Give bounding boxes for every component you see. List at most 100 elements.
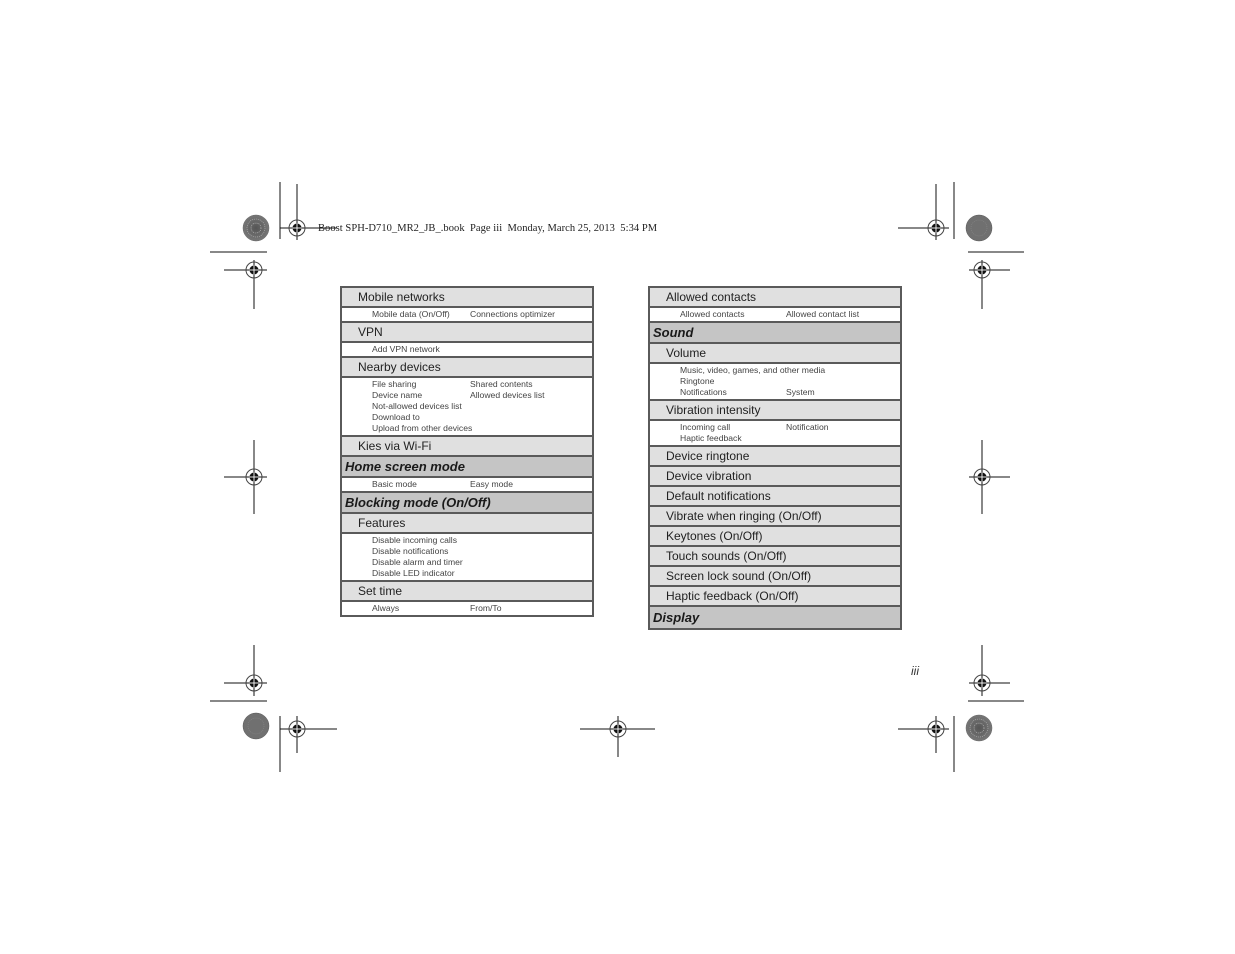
- setting-label: Default notifications: [666, 489, 771, 503]
- setting-row: Vibration intensity: [650, 401, 900, 421]
- setting-label: Touch sounds (On/Off): [666, 549, 787, 563]
- registration-target-icon: [280, 716, 337, 753]
- section-title: Blocking mode (On/Off): [345, 495, 491, 510]
- setting-row: Allowed contacts: [650, 288, 900, 308]
- sub-options-list: File sharing Shared contents Device name Al…: [342, 378, 592, 437]
- setting-row: Features: [342, 514, 592, 534]
- sub-option: Haptic feedback: [680, 433, 742, 443]
- sub-option: Disable notifications: [372, 546, 449, 556]
- section-header: Home screen mode: [342, 457, 592, 478]
- setting-row: Volume: [650, 344, 900, 364]
- registration-target-icon: [898, 716, 949, 753]
- registration-target-icon: [969, 440, 1010, 514]
- sub-option: Not-allowed devices list: [372, 401, 462, 411]
- setting-label: Allowed contacts: [666, 290, 757, 304]
- setting-row: Nearby devices: [342, 358, 592, 378]
- sub-option: Notifications: [680, 387, 727, 397]
- setting-row: Kies via Wi-Fi: [342, 437, 592, 457]
- sub-option: [470, 423, 592, 434]
- setting-row: Screen lock sound (On/Off): [650, 567, 900, 587]
- setting-row: Device vibration: [650, 467, 900, 487]
- sub-option: Easy mode: [470, 479, 513, 489]
- sub-option: System: [786, 387, 815, 397]
- sub-option: Upload from other devices: [372, 423, 473, 433]
- sub-option: Connections optimizer: [470, 309, 556, 319]
- section-header: Display: [650, 607, 900, 628]
- setting-label: Vibrate when ringing (On/Off): [666, 509, 822, 523]
- registration-target-icon: [969, 645, 1010, 696]
- section-header: Blocking mode (On/Off): [342, 493, 592, 514]
- setting-row: Set time: [342, 582, 592, 602]
- sub-option: Shared contents: [470, 379, 533, 389]
- page-number: iii: [911, 664, 919, 678]
- registration-target-icon: [580, 716, 655, 757]
- setting-label: Device ringtone: [666, 449, 750, 463]
- sub-option: From/To: [470, 603, 502, 613]
- sub-option: Allowed contact list: [786, 309, 860, 319]
- section-header: Sound: [650, 323, 900, 344]
- sub-option: Ringtone: [680, 376, 715, 386]
- setting-label: Haptic feedback (On/Off): [666, 589, 799, 603]
- setting-row: Touch sounds (On/Off): [650, 547, 900, 567]
- registration-target-icon: [224, 440, 267, 514]
- sub-option: Notification: [786, 422, 829, 432]
- sub-option: Disable alarm and timer: [372, 557, 463, 567]
- sub-option: [470, 412, 592, 423]
- registration-target-icon: [224, 260, 267, 309]
- sub-options-list: Always From/To: [342, 602, 592, 615]
- sub-options-list: Music, video, games, and other media Rin…: [650, 364, 900, 401]
- sub-options-list: Mobile data (On/Off) Connections optimize…: [342, 308, 592, 323]
- sub-option: [470, 401, 592, 412]
- section-title: Home screen mode: [345, 459, 465, 474]
- settings-table-right: Allowed contacts Allowed contacts Allowed …: [648, 286, 902, 630]
- sub-option: [470, 535, 592, 546]
- setting-row: Keytones (On/Off): [650, 527, 900, 547]
- setting-row: Default notifications: [650, 487, 900, 507]
- sub-options-list: Allowed contacts Allowed contact list: [650, 308, 900, 323]
- sub-options-list: Disable incoming calls Disable notificat…: [342, 534, 592, 582]
- sub-option: Allowed devices list: [470, 390, 545, 400]
- section-title: Display: [653, 610, 700, 625]
- setting-label: Device vibration: [666, 469, 752, 483]
- sub-option: [786, 376, 900, 387]
- sub-option: Allowed contacts: [680, 309, 745, 319]
- sub-option: Mobile data (On/Off): [372, 309, 450, 319]
- setting-label: Features: [358, 516, 406, 530]
- setting-label: Vibration intensity: [666, 403, 761, 417]
- sub-option: Always: [372, 603, 400, 613]
- section-title: Sound: [653, 325, 694, 340]
- sub-option: Basic mode: [372, 479, 417, 489]
- setting-label: Keytones (On/Off): [666, 529, 763, 543]
- star-target-top-right-icon: [965, 214, 993, 242]
- sub-options-list: Incoming call Notification Haptic feedback: [650, 421, 900, 447]
- star-target-bottom-left-icon: [242, 712, 270, 740]
- setting-row: Device ringtone: [650, 447, 900, 467]
- setting-label: Kies via Wi-Fi: [358, 439, 432, 453]
- settings-table-left: Mobile networks Mobile data (On/Off) Conne…: [340, 286, 594, 617]
- sub-option: [470, 546, 592, 557]
- setting-row: Haptic feedback (On/Off): [650, 587, 900, 607]
- sub-option: Device name: [372, 390, 423, 400]
- sub-option: Add VPN network: [372, 344, 440, 354]
- sub-option: [470, 557, 592, 568]
- setting-label: VPN: [358, 325, 383, 339]
- print-registration-marks: [210, 182, 1024, 772]
- sub-options-list: Basic mode Easy mode: [342, 478, 592, 493]
- registration-target-icon: [969, 260, 1010, 309]
- print-slug-header: Boost SPH-D710_MR2_JB_.book Page iii Mon…: [318, 223, 658, 234]
- setting-label: Set time: [358, 584, 403, 598]
- sub-option: Music, video, games, and other media: [680, 365, 826, 375]
- setting-label: Nearby devices: [358, 360, 441, 374]
- sub-option: File sharing: [372, 379, 417, 389]
- setting-row: VPN: [342, 323, 592, 343]
- registration-target-icon: [224, 645, 267, 696]
- sub-option: [786, 433, 900, 444]
- sub-option: Download to: [372, 412, 420, 422]
- setting-label: Screen lock sound (On/Off): [666, 569, 812, 583]
- sub-option: Disable incoming calls: [372, 535, 458, 545]
- setting-label: Mobile networks: [358, 290, 445, 304]
- star-target-top-left-icon: [242, 214, 270, 242]
- sub-option: [470, 568, 592, 579]
- sub-option: Incoming call: [680, 422, 731, 432]
- sub-option: [786, 365, 900, 376]
